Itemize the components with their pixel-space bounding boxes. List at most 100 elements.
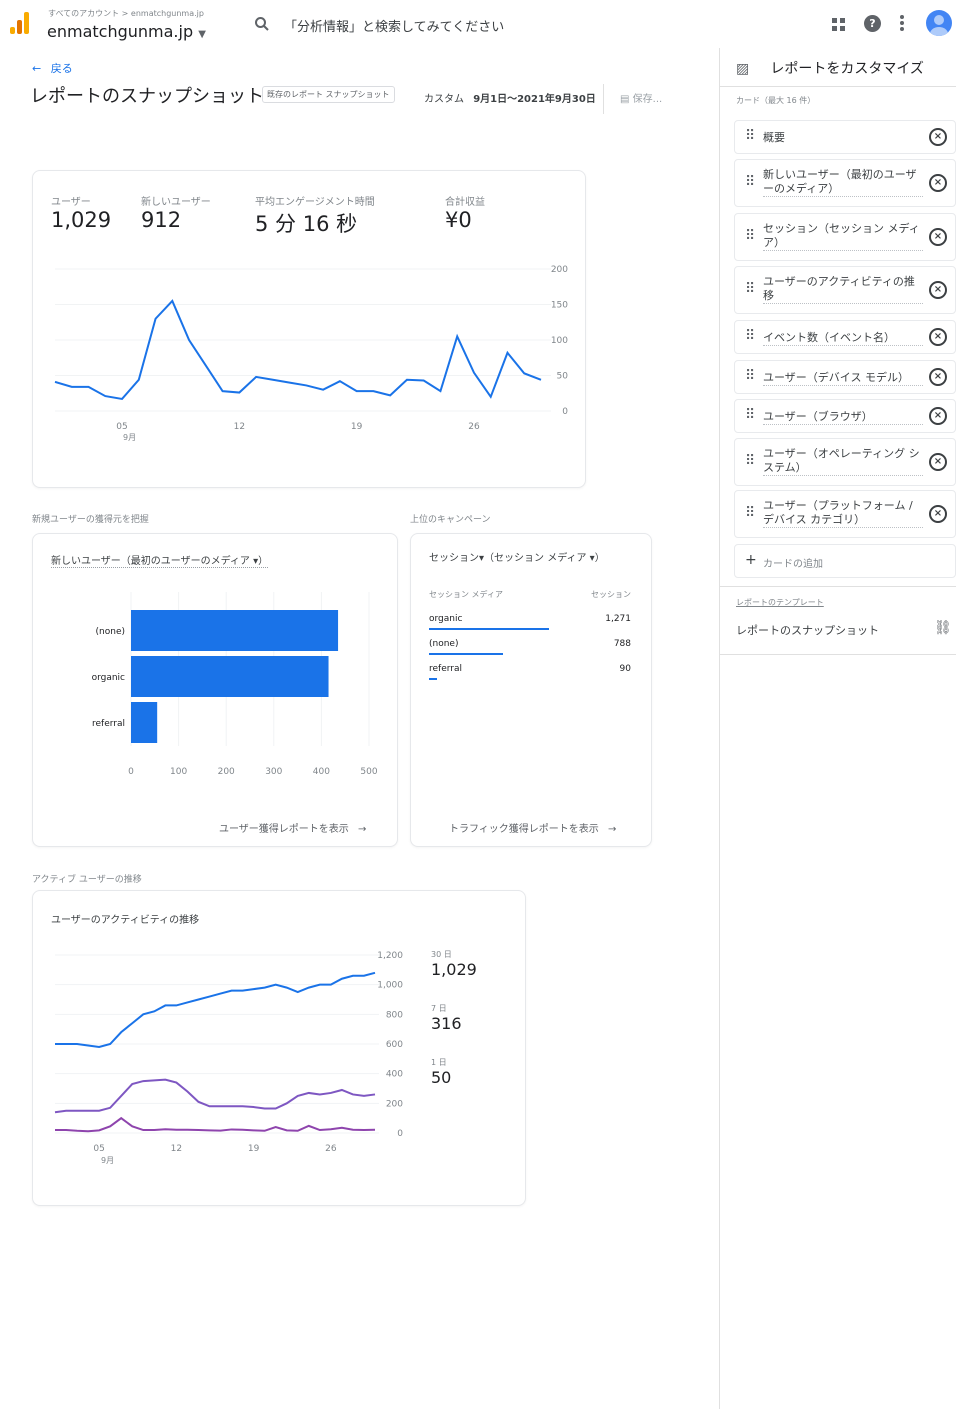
y-tick-label: 1,000 [377,981,403,991]
report-card-item[interactable]: ⠿ ユーザー（デバイス モデル） × [734,360,956,394]
x-tick-label: 300 [265,767,282,777]
search-input[interactable]: 「分析情報」と検索してみてください [284,16,504,35]
remove-card-icon[interactable]: × [929,281,947,299]
template-value: レポートのスナップショット [736,624,879,637]
report-card-label: ユーザー（デバイス モデル） [763,371,923,386]
metric-new-users[interactable]: 新しいユーザー 912 [141,193,211,232]
remove-card-icon[interactable]: × [929,228,947,246]
report-card-item[interactable]: ⠿ ユーザーのアクティビティの推移 × [734,266,956,314]
drag-handle-icon[interactable]: ⠿ [745,453,755,469]
drag-handle-icon[interactable]: ⠿ [745,281,755,297]
remove-card-icon[interactable]: × [929,128,947,146]
unlink-template-icon[interactable]: ⛓ [934,620,952,636]
back-link[interactable]: ← 戻る [32,60,73,76]
report-card-item[interactable]: ⠿ 新しいユーザー（最初のユーザーのメディア） × [734,159,956,207]
report-card-item[interactable]: ⠿ ユーザー（ブラウザ） × [734,399,956,433]
account-name: enmatchgunma.jp [47,22,194,41]
y-tick-label: 0 [397,1129,403,1139]
search-icon[interactable] [254,16,270,36]
y-tick-label: 1,200 [377,951,403,961]
report-card-item[interactable]: ⠿ セッション（セッション メディア） × [734,213,956,261]
x-tick-label: 200 [218,767,235,777]
cards-label: カード（最大 16 件） [736,96,816,105]
legend-label: 1 日 [431,1058,447,1067]
date-range-picker[interactable]: カスタム 9月1日～2021年9月30日 [424,90,596,105]
acquisition-card: 新しいユーザー（最初のユーザーのメディア ▾） 0 100 200 300 400 500… [32,533,398,847]
legend-value: 50 [431,1068,452,1087]
metric-engagement[interactable]: 平均エンゲージメント時間 5 分 16 秒 [255,193,375,238]
x-tick-label: 100 [170,767,187,777]
metric-value: 1,029 [51,208,112,232]
drag-handle-icon[interactable]: ⠿ [745,128,755,144]
y-tick-label: 200 [386,1099,403,1109]
bar[interactable] [131,656,329,697]
export-label: 保存... [632,94,663,105]
legend-1-day: 1 日 50 [431,1057,451,1087]
apps-icon[interactable] [832,17,846,36]
bar[interactable] [131,610,339,651]
series-line [55,971,376,1048]
add-card-button[interactable]: + カードの追加 [734,544,956,578]
x-tick-label: 500 [360,767,377,777]
remove-card-icon[interactable]: × [929,453,947,471]
analytics-logo-icon [10,12,29,34]
x-tick-label: 05 [116,422,127,432]
y-tick-label: 100 [551,336,568,346]
drag-handle-icon[interactable]: ⠿ [745,228,755,244]
report-badge: 既存のレポート スナップショット [262,86,395,103]
drag-handle-icon[interactable]: ⠿ [745,368,755,384]
y-tick-label: 600 [386,1040,403,1050]
metric-value: 912 [141,208,182,232]
traffic-report-link[interactable]: トラフィック獲得レポートを表示 → [449,820,616,835]
drag-handle-icon[interactable]: ⠿ [745,505,755,521]
column-header-medium: セッション メディア [429,590,503,599]
report-card-label: セッション（セッション メディア） [763,222,923,251]
campaign-row-label: (none) [429,639,459,649]
remove-card-icon[interactable]: × [929,505,947,523]
report-card-item[interactable]: ⠿ 概要 × [734,120,956,154]
x-tick-label: 19 [351,422,363,432]
remove-card-icon[interactable]: × [929,407,947,425]
report-card-item[interactable]: ⠿ イベント数（イベント名） × [734,320,956,354]
back-label: 戻る [50,62,73,75]
more-vert-icon[interactable] [899,14,905,36]
calendar-icon: ▤ [620,94,630,105]
metric-revenue[interactable]: 合計収益 ¥0 [445,193,485,232]
bar[interactable] [131,702,158,743]
report-card-item[interactable]: ⠿ ユーザー（プラットフォーム / デバイス カテゴリ） × [734,490,956,538]
remove-card-icon[interactable]: × [929,368,947,386]
metric-value: ¥0 [445,208,472,232]
campaign-row-value: 1,271 [605,614,631,624]
drag-handle-icon[interactable]: ⠿ [745,174,755,190]
help-icon[interactable]: ? [864,15,881,32]
analytics-logo[interactable] [8,10,32,36]
arrow-back-icon: ← [32,62,42,75]
campaign-row-bar [429,678,438,680]
overview-line-chart: 200 150 100 50 0 05 12 19 26 [54,265,568,432]
avatar[interactable] [926,10,952,36]
remove-card-icon[interactable]: × [929,174,947,192]
acquisition-report-link[interactable]: ユーザー獲得レポートを表示 → [219,820,366,835]
campaigns-card: セッション▾（セッション メディア ▾） セッション メディア セッション トラ… [410,533,652,847]
account-breadcrumb[interactable]: すべてのアカウント > enmatchgunma.jp [48,8,204,19]
report-card-label: 新しいユーザー（最初のユーザーのメディア） [763,168,923,197]
link-label: ユーザー獲得レポートを表示 [219,824,349,835]
legend-value: 1,029 [431,960,477,979]
metric-users[interactable]: ユーザー 1,029 [51,193,111,232]
remove-card-icon[interactable]: × [929,328,947,346]
campaign-row-label: organic [429,614,463,624]
account-selector[interactable]: enmatchgunma.jp ▼ [47,22,206,41]
report-card-item[interactable]: ⠿ ユーザー（オペレーティング システム） × [734,438,956,486]
edit-report-icon: ▨ [736,61,750,77]
x-tick-label: 05 [93,1144,104,1154]
x-axis-month: 9月 [101,1156,115,1165]
card-title[interactable]: 新しいユーザー（最初のユーザーのメディア ▾） [51,552,269,568]
report-card-label: ユーザーのアクティビティの推移 [763,275,923,304]
chevron-down-icon: ▼ [198,29,206,40]
y-tick-label: 800 [386,1010,403,1020]
drag-handle-icon[interactable]: ⠿ [745,328,755,344]
card-title[interactable]: セッション▾（セッション メディア ▾） [429,552,629,566]
export-button[interactable]: ▤ 保存... [620,90,662,105]
drag-handle-icon[interactable]: ⠿ [745,407,755,423]
metric-label: 新しいユーザー [141,197,211,208]
